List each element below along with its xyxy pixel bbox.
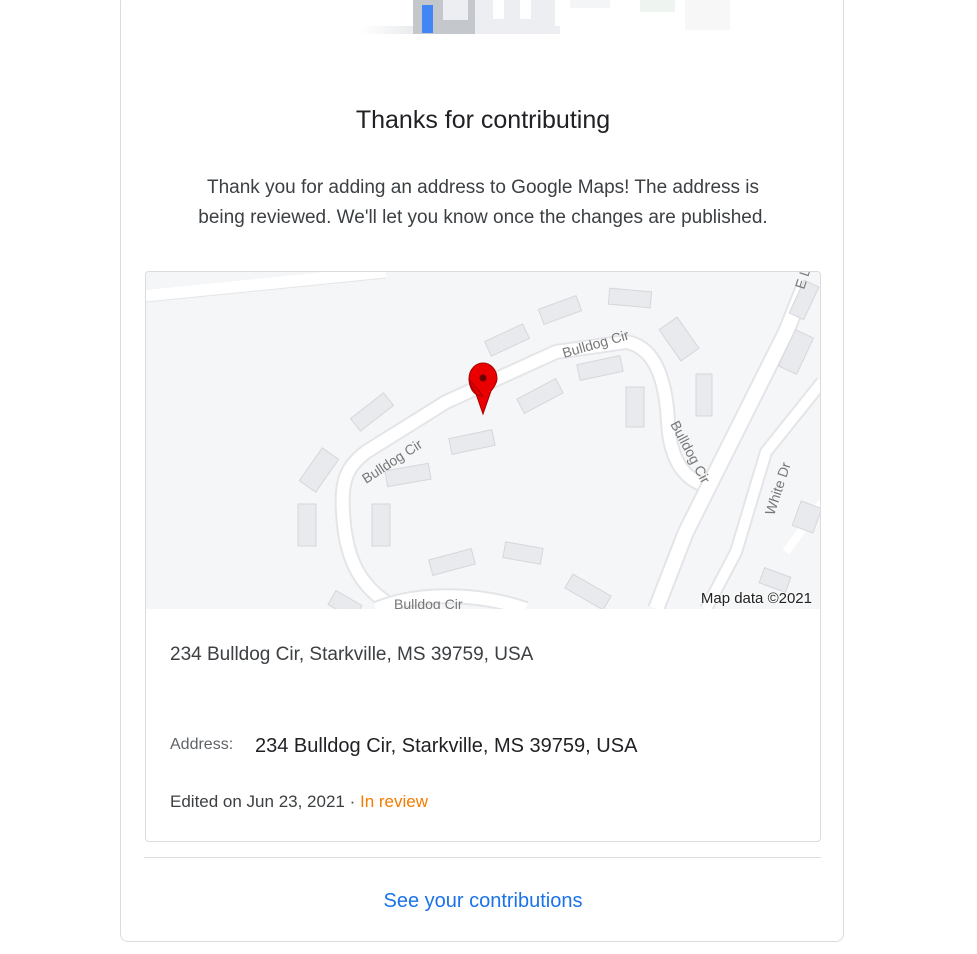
review-status-badge: In review — [359, 792, 429, 811]
confirmation-message: Thank you for adding an address to Googl… — [160, 173, 806, 233]
address-value: 234 Bulldog Cir, Starkville, MS 39759, U… — [255, 735, 638, 757]
page-title: Thanks for contributing — [355, 106, 611, 134]
message-line-2: being reviewed. We'll let you know once … — [198, 207, 768, 228]
place-name: 234 Bulldog Cir, Starkville, MS 39759, U… — [170, 644, 534, 665]
place-card: Bulldog Cir Bulldog Cir Bulldog Cir Bull… — [145, 271, 821, 842]
map-preview[interactable]: Bulldog Cir Bulldog Cir Bulldog Cir Bull… — [146, 272, 820, 621]
address-label: Address: — [170, 736, 234, 753]
see-contributions-link[interactable]: See your contributions — [120, 890, 846, 913]
map-attribution: Map data ©2021 — [700, 590, 812, 607]
divider — [144, 857, 821, 858]
street-label: Bulldog Cir — [394, 596, 463, 609]
message-line-1: Thank you for adding an address to Googl… — [206, 177, 760, 198]
edited-date: Edited on Jun 23, 2021 · — [170, 792, 360, 811]
red-map-pin-icon — [468, 362, 498, 416]
map-canvas: Bulldog Cir Bulldog Cir Bulldog Cir Bull… — [146, 272, 820, 621]
contribution-illustration — [360, 0, 730, 34]
edit-status-line: Edited on Jun 23, 2021 · In review — [170, 792, 428, 812]
